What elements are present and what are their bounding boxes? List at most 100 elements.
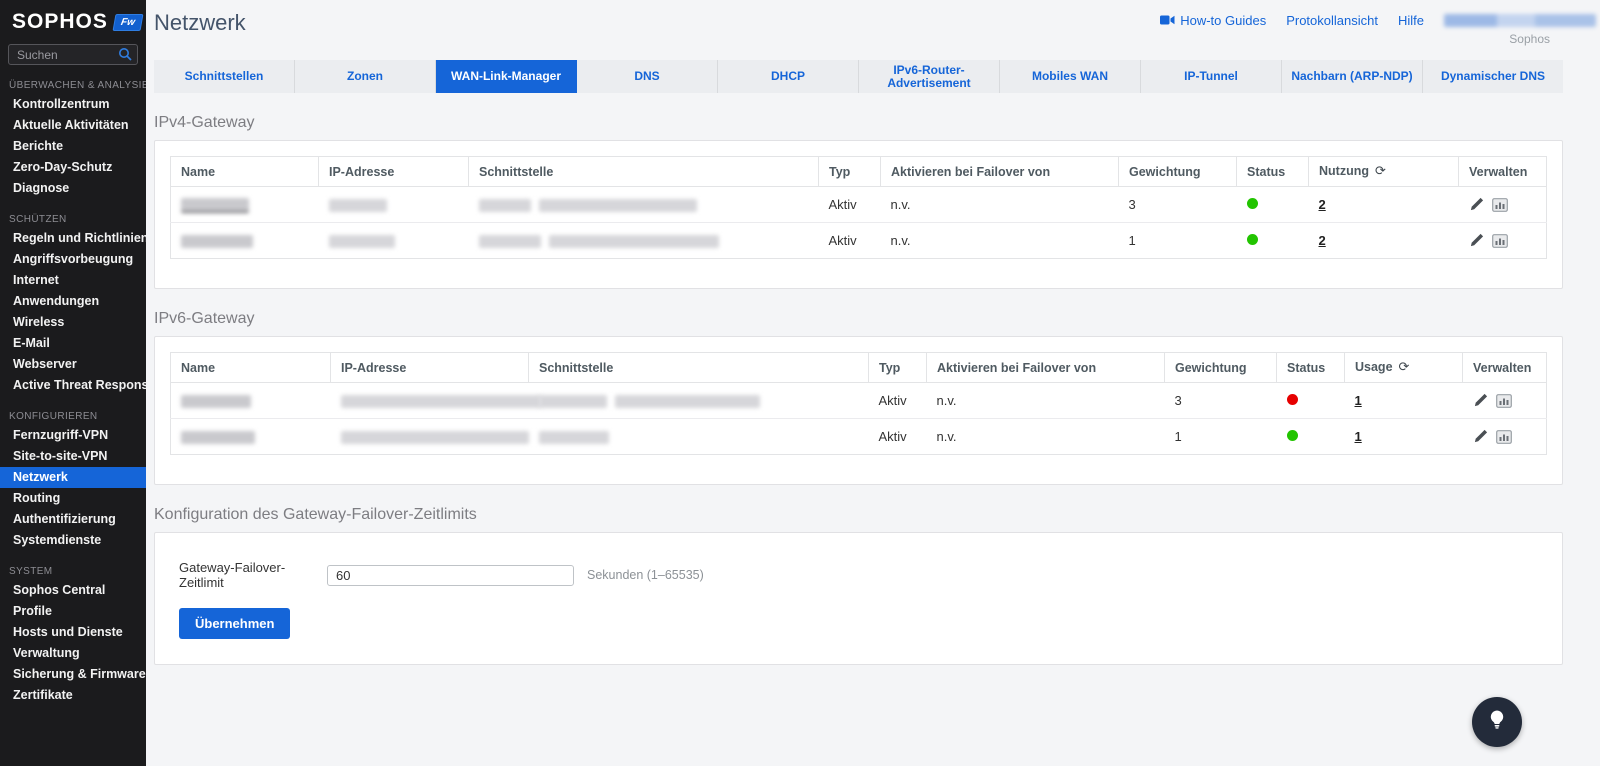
redacted-ip-address <box>329 199 387 212</box>
redacted-interface <box>539 199 697 212</box>
account-name-redacted[interactable] <box>1444 14 1596 27</box>
sidebar: SOPHOS Fw ÜBERWACHEN & ANALYSIEREN Kontr… <box>0 0 146 766</box>
sidebar-item-site-to-site-vpn[interactable]: Site-to-site-VPN <box>0 446 146 467</box>
lightbulb-icon <box>1485 708 1509 737</box>
sidebar-item-sicherung-firmware[interactable]: Sicherung & Firmware <box>0 664 146 685</box>
sidebar-item-hosts-und-dienste[interactable]: Hosts und Dienste <box>0 622 146 643</box>
col-failover-von: Aktivieren bei Failover von <box>881 157 1119 187</box>
failover-von-value: n.v. <box>927 383 1165 419</box>
sidebar-item-sophos-central[interactable]: Sophos Central <box>0 580 146 601</box>
tab-ip-tunnel[interactable]: IP-Tunnel <box>1141 60 1282 93</box>
sidebar-item-webserver[interactable]: Webserver <box>0 354 146 375</box>
tab-bar: Schnittstellen Zonen WAN-Link-Manager DN… <box>154 60 1563 93</box>
redacted-interface <box>549 235 719 248</box>
usage-chart-icon[interactable] <box>1496 394 1512 408</box>
tab-mobiles-wan[interactable]: Mobiles WAN <box>1000 60 1141 93</box>
redacted-ip-address <box>341 431 529 444</box>
typ-value: Aktiv <box>869 383 927 419</box>
usage-count-link[interactable]: 2 <box>1319 197 1326 212</box>
sidebar-item-zertifikate[interactable]: Zertifikate <box>0 685 146 706</box>
table-row: Aktiv n.v. 3 2 <box>171 187 1547 223</box>
ipv6-gateway-table: Name IP-Adresse Schnittstelle Typ Aktivi… <box>170 352 1547 455</box>
table-header-row: Name IP-Adresse Schnittstelle Typ Aktivi… <box>171 353 1547 383</box>
usage-chart-icon[interactable] <box>1492 198 1508 212</box>
sidebar-item-diagnose[interactable]: Diagnose <box>0 178 146 199</box>
tab-nachbarn-arp-ndp[interactable]: Nachbarn (ARP-NDP) <box>1282 60 1423 93</box>
sidebar-item-regeln-und-richtlinien[interactable]: Regeln und Richtlinien <box>0 228 146 249</box>
failover-von-value: n.v. <box>927 419 1165 455</box>
sidebar-item-netzwerk[interactable]: Netzwerk <box>0 467 146 488</box>
hilfe-link[interactable]: Hilfe <box>1398 13 1424 28</box>
nav-section-label: ÜBERWACHEN & ANALYSIEREN <box>0 76 146 94</box>
edit-pencil-icon[interactable] <box>1473 429 1488 444</box>
search-icon[interactable] <box>118 47 132 66</box>
ipv4-gateway-table: Name IP-Adresse Schnittstelle Typ Aktivi… <box>170 156 1547 259</box>
tab-dhcp[interactable]: DHCP <box>718 60 859 93</box>
tab-zonen[interactable]: Zonen <box>295 60 436 93</box>
main-content: Netzwerk How-to Guides Protokollansicht … <box>146 0 1600 766</box>
tab-ipv6-router-advertisement[interactable]: IPv6-Router-Advertisement <box>859 60 1000 93</box>
sidebar-item-active-threat-response[interactable]: Active Threat Response <box>0 375 146 396</box>
ipv4-gateway-card: Name IP-Adresse Schnittstelle Typ Aktivi… <box>154 140 1563 289</box>
nav-section-label: KONFIGURIEREN <box>0 407 146 425</box>
col-verwalten: Verwalten <box>1459 157 1547 187</box>
sidebar-item-authentifizierung[interactable]: Authentifizierung <box>0 509 146 530</box>
redacted-ip-address <box>329 235 395 248</box>
account-caption: Sophos <box>1160 32 1596 46</box>
usage-chart-icon[interactable] <box>1496 430 1512 444</box>
apply-button[interactable]: Übernehmen <box>179 608 290 639</box>
col-name: Name <box>171 353 331 383</box>
gewichtung-value: 1 <box>1165 419 1277 455</box>
tab-wan-link-manager[interactable]: WAN-Link-Manager <box>436 60 577 93</box>
col-typ: Typ <box>819 157 881 187</box>
tab-schnittstellen[interactable]: Schnittstellen <box>154 60 295 93</box>
refresh-icon[interactable]: ⟳ <box>1399 360 1410 375</box>
redacted-interface <box>539 395 607 408</box>
sidebar-item-verwaltung[interactable]: Verwaltung <box>0 643 146 664</box>
failover-timeout-hint: Sekunden (1–65535) <box>587 568 704 582</box>
col-usage: Usage⟳ <box>1345 353 1463 383</box>
sidebar-item-routing[interactable]: Routing <box>0 488 146 509</box>
sidebar-item-aktuelle-aktivitaeten[interactable]: Aktuelle Aktivitäten <box>0 115 146 136</box>
redacted-gateway-name <box>181 395 251 408</box>
video-icon <box>1160 13 1175 28</box>
redacted-gateway-name <box>181 235 253 248</box>
gewichtung-value: 3 <box>1119 187 1237 223</box>
usage-count-link[interactable]: 1 <box>1355 393 1362 408</box>
usage-count-link[interactable]: 2 <box>1319 233 1326 248</box>
sidebar-item-zero-day-schutz[interactable]: Zero-Day-Schutz <box>0 157 146 178</box>
tab-dns[interactable]: DNS <box>577 60 718 93</box>
failover-timeout-row: Gateway-Failover-Zeitlimit Sekunden (1–6… <box>170 548 1547 590</box>
edit-pencil-icon[interactable] <box>1469 197 1484 212</box>
assistant-fab-button[interactable] <box>1472 697 1522 747</box>
sidebar-item-angriffsvorbeugung[interactable]: Angriffsvorbeugung <box>0 249 146 270</box>
failover-timeout-input[interactable] <box>327 565 574 586</box>
ipv4-gateway-heading: IPv4-Gateway <box>154 114 1563 132</box>
usage-chart-icon[interactable] <box>1492 234 1508 248</box>
failover-timeout-label: Gateway-Failover-Zeitlimit <box>179 560 327 590</box>
sidebar-item-wireless[interactable]: Wireless <box>0 312 146 333</box>
sidebar-item-systemdienste[interactable]: Systemdienste <box>0 530 146 551</box>
redacted-gateway-name <box>181 198 249 213</box>
usage-count-link[interactable]: 1 <box>1355 429 1362 444</box>
refresh-icon[interactable]: ⟳ <box>1375 164 1386 179</box>
sidebar-item-berichte[interactable]: Berichte <box>0 136 146 157</box>
sidebar-item-fernzugriff-vpn[interactable]: Fernzugriff-VPN <box>0 425 146 446</box>
sidebar-item-profile[interactable]: Profile <box>0 601 146 622</box>
sidebar-item-anwendungen[interactable]: Anwendungen <box>0 291 146 312</box>
col-status: Status <box>1277 353 1345 383</box>
tab-dynamischer-dns[interactable]: Dynamischer DNS <box>1423 60 1563 93</box>
protokollansicht-link[interactable]: Protokollansicht <box>1286 13 1378 28</box>
col-typ: Typ <box>869 353 927 383</box>
sidebar-item-kontrollzentrum[interactable]: Kontrollzentrum <box>0 94 146 115</box>
typ-value: Aktiv <box>869 419 927 455</box>
brand-logo: SOPHOS Fw <box>0 0 146 42</box>
gewichtung-value: 1 <box>1119 223 1237 259</box>
how-to-guides-link[interactable]: How-to Guides <box>1160 13 1266 28</box>
sidebar-item-internet[interactable]: Internet <box>0 270 146 291</box>
failover-von-value: n.v. <box>881 223 1119 259</box>
sidebar-item-email[interactable]: E-Mail <box>0 333 146 354</box>
edit-pencil-icon[interactable] <box>1473 393 1488 408</box>
edit-pencil-icon[interactable] <box>1469 233 1484 248</box>
nav-section-system: SYSTEM Sophos Central Profile Hosts und … <box>0 562 146 706</box>
